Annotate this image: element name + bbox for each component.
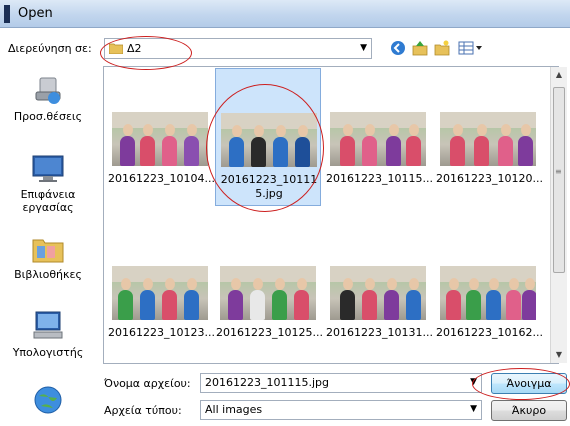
file-name: 20161223_10162... <box>436 326 542 339</box>
chevron-down-icon[interactable]: ▼ <box>470 377 477 387</box>
thumbnail-image <box>440 266 536 320</box>
app-icon <box>4 5 10 23</box>
chevron-down-icon[interactable]: ▼ <box>360 43 367 53</box>
title-bar: Open <box>0 0 570 28</box>
file-item[interactable]: 20161223_10104... <box>108 68 214 188</box>
libraries-icon <box>32 239 64 263</box>
network-icon <box>34 386 62 414</box>
file-name: 20161223_10125... <box>216 326 322 339</box>
file-item[interactable]: 20161223_10115... <box>326 68 432 188</box>
new-folder-icon[interactable] <box>432 38 452 58</box>
place-libraries-label: Βιβλιοθήκες <box>14 268 82 281</box>
place-computer-label: Υπολογιστής <box>12 346 84 359</box>
scroll-up-arrow-icon[interactable]: ▲ <box>551 67 567 83</box>
current-folder: Δ2 <box>127 42 142 55</box>
file-name-value: 20161223_101115.jpg <box>205 376 329 389</box>
view-menu-icon[interactable] <box>456 38 486 58</box>
look-in-label: Διερεύνηση σε: <box>8 42 92 55</box>
file-item[interactable]: 20161223_10120... <box>436 68 542 188</box>
place-desktop-text: Επιφάνεια εργασίας <box>20 188 76 214</box>
vertical-scrollbar[interactable]: ▲ ≡ ▼ <box>550 67 567 363</box>
file-type-value: All images <box>205 403 263 416</box>
place-desktop-label: Επιφάνεια εργασίας <box>0 188 96 214</box>
thumbnail-image <box>330 112 426 166</box>
place-computer[interactable]: Υπολογιστής <box>0 310 96 359</box>
computer-icon <box>33 311 63 339</box>
up-folder-icon[interactable] <box>410 38 430 58</box>
scroll-grip-icon: ≡ <box>555 167 562 176</box>
file-type-select[interactable]: All images ▼ <box>200 400 482 420</box>
window-title: Open <box>18 6 53 21</box>
file-name-label: Όνομα αρχείου: <box>104 377 191 390</box>
thumbnail-image <box>112 266 208 320</box>
chevron-down-icon[interactable]: ▼ <box>470 404 477 414</box>
file-item[interactable]: 20161223_10131... <box>326 230 432 350</box>
thumbnail-image <box>112 112 208 166</box>
place-recent[interactable]: Προσ.θέσεις <box>0 74 96 123</box>
back-icon[interactable] <box>388 38 408 58</box>
folder-icon <box>109 43 123 54</box>
places-bar: Προσ.θέσεις Επιφάνεια εργασίας Βιβλιοθήκ… <box>0 66 96 426</box>
file-name-input[interactable]: 20161223_101115.jpg ▼ <box>200 373 482 393</box>
file-name: 20161223_101115.jpg <box>220 173 318 200</box>
place-desktop[interactable]: Επιφάνεια εργασίας <box>0 154 96 214</box>
file-item-selected[interactable]: 20161223_101115.jpg <box>215 68 321 206</box>
file-name: 20161223_10104... <box>108 172 214 185</box>
file-item[interactable]: 20161223_10125... <box>216 230 322 350</box>
file-name: 20161223_10120... <box>436 172 542 185</box>
file-item[interactable]: 20161223_10123... <box>108 230 214 350</box>
place-network[interactable] <box>0 384 96 416</box>
file-name: 20161223_10131... <box>326 326 432 339</box>
scroll-down-arrow-icon[interactable]: ▼ <box>551 347 567 363</box>
file-name: 20161223_10115... <box>326 172 432 185</box>
open-button[interactable]: Άνοιγμα <box>491 373 567 394</box>
desktop-icon <box>32 155 64 182</box>
thumbnail-image <box>221 113 317 167</box>
thumbnail-image <box>330 266 426 320</box>
place-recent-label: Προσ.θέσεις <box>13 110 83 123</box>
cancel-button[interactable]: Άκυρο <box>491 400 567 421</box>
recent-places-icon <box>35 77 61 104</box>
file-name: 20161223_10123... <box>108 326 214 339</box>
file-type-label: Αρχεία τύπου: <box>104 404 182 417</box>
file-item[interactable]: 20161223_10162... <box>436 230 542 350</box>
place-libraries[interactable]: Βιβλιοθήκες <box>0 234 96 281</box>
thumbnail-image <box>220 266 316 320</box>
scrollbar-thumb[interactable] <box>553 87 565 273</box>
look-in-dropdown[interactable]: Δ2 ▼ <box>104 38 372 59</box>
thumbnail-image <box>440 112 536 166</box>
